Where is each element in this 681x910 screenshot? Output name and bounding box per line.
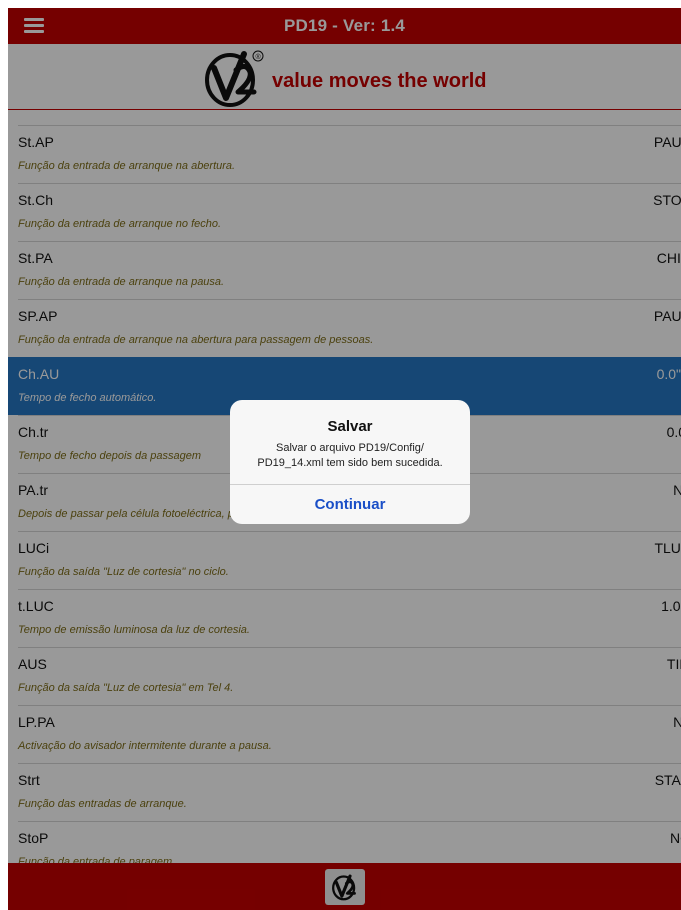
continue-button[interactable]: Continuar [230,484,470,524]
alert-title: Salvar [327,418,373,435]
alert-message: Salvar o arquivo PD19/Config/ PD19_14.xm… [257,442,443,469]
app-window: PD19 - Ver: 1.4 ® value moves the world … [8,8,681,910]
save-alert-dialog: Salvar Salvar o arquivo PD19/Config/ PD1… [230,400,470,524]
